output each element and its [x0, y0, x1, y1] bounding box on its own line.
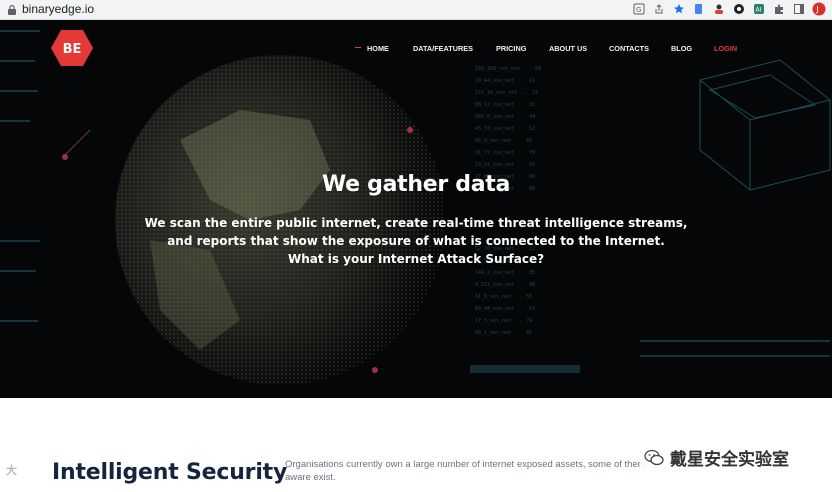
section-text: Organisations currently own a large numb… — [285, 458, 685, 484]
svg-text:J: J — [815, 5, 818, 14]
hero-background-image: 192_168_ssh_net ... 08 10_44_xxx_net ...… — [0, 30, 832, 385]
nav-home[interactable]: HOME — [355, 44, 389, 53]
svg-text:17_5_xxx_net ... 74: 17_5_xxx_net ... 74 — [475, 318, 532, 324]
profile-icon[interactable] — [712, 2, 726, 16]
section-text-line-1: Organisations currently own a large numb… — [285, 459, 646, 470]
wechat-watermark: 戴星安全实验室 — [640, 445, 793, 470]
hero-line-2: and reports that show the exposure of wh… — [167, 234, 665, 248]
svg-text:61_8_xxx_net ... 55: 61_8_xxx_net ... 55 — [475, 294, 532, 300]
nav-data-features[interactable]: DATA/FEATURES — [413, 44, 473, 53]
svg-text:144_2_xxx_net ... 35: 144_2_xxx_net ... 35 — [475, 270, 535, 276]
svg-text:13_21_xxx_net ... 83: 13_21_xxx_net ... 83 — [475, 162, 535, 168]
section-text-line-2: aware exist. — [285, 472, 336, 483]
svg-text:83_44_xxx_net ... 63: 83_44_xxx_net ... 63 — [475, 306, 535, 312]
hero-line-3: What is your Internet Attack Surface? — [287, 252, 545, 266]
lock-icon — [8, 4, 16, 15]
browser-toolbar: binaryedge.io G AI J — [0, 0, 832, 20]
hero-line-1: We scan the entire public internet, crea… — [144, 216, 688, 230]
extension-icon[interactable] — [692, 2, 706, 16]
logo-text: BE — [63, 42, 82, 57]
sidebar-icon[interactable] — [792, 2, 806, 16]
svg-text:192_168_ssh_net ... 08: 192_168_ssh_net ... 08 — [475, 66, 541, 72]
hero-title: We gather data — [321, 172, 511, 197]
share-icon[interactable] — [652, 2, 666, 16]
svg-text:G: G — [636, 6, 641, 14]
watermark-text: 戴星安全实验室 — [670, 450, 789, 470]
svg-text:10_44_xxx_net ... 19: 10_44_xxx_net ... 19 — [475, 78, 535, 84]
wechat-icon — [644, 449, 664, 465]
nav-about-us[interactable]: ABOUT US — [549, 44, 587, 53]
avatar-icon[interactable]: J — [812, 2, 826, 16]
star-icon[interactable] — [672, 2, 686, 16]
nav-blog[interactable]: BLOG — [671, 44, 692, 53]
svg-text:172_16_xxx_net ... 22: 172_16_xxx_net ... 22 — [475, 90, 538, 96]
nav-login[interactable]: LOGIN — [714, 44, 737, 53]
svg-text:9_221_xxx_net ... 48: 9_221_xxx_net ... 48 — [475, 282, 535, 288]
svg-text:88_12_xxx_net ... 31: 88_12_xxx_net ... 31 — [475, 102, 535, 108]
svg-text:203_0_xxx_net ... 44: 203_0_xxx_net ... 44 — [475, 114, 535, 120]
svg-text:AI: AI — [756, 7, 762, 14]
section-title: Intelligent Security — [52, 460, 288, 485]
hero-section: 192_168_ssh_net ... 08 10_44_xxx_net ...… — [0, 20, 832, 398]
address-bar[interactable]: binaryedge.io — [22, 2, 94, 16]
corner-watermark: 大 — [6, 462, 17, 478]
nav-contacts[interactable]: CONTACTS — [609, 44, 649, 53]
puzzle-icon[interactable] — [772, 2, 786, 16]
translate-icon[interactable]: G — [632, 2, 646, 16]
svg-text:91_77_xxx_net ... 70: 91_77_xxx_net ... 70 — [475, 150, 535, 156]
extension-3-icon[interactable]: AI — [752, 2, 766, 16]
extension-2-icon[interactable] — [732, 2, 746, 16]
svg-text:66_9_xxx_net ... 61: 66_9_xxx_net ... 61 — [475, 138, 532, 144]
svg-text:99_1_xxx_net ... 81: 99_1_xxx_net ... 81 — [475, 330, 532, 336]
corner-watermark-text: 大 — [6, 464, 17, 477]
binaryedge-logo[interactable]: BE — [51, 29, 93, 67]
svg-text:45_33_xxx_net ... 52: 45_33_xxx_net ... 52 — [475, 126, 535, 132]
browser-actions: G AI J — [632, 2, 826, 16]
nav-pricing[interactable]: PRICING — [496, 44, 526, 53]
